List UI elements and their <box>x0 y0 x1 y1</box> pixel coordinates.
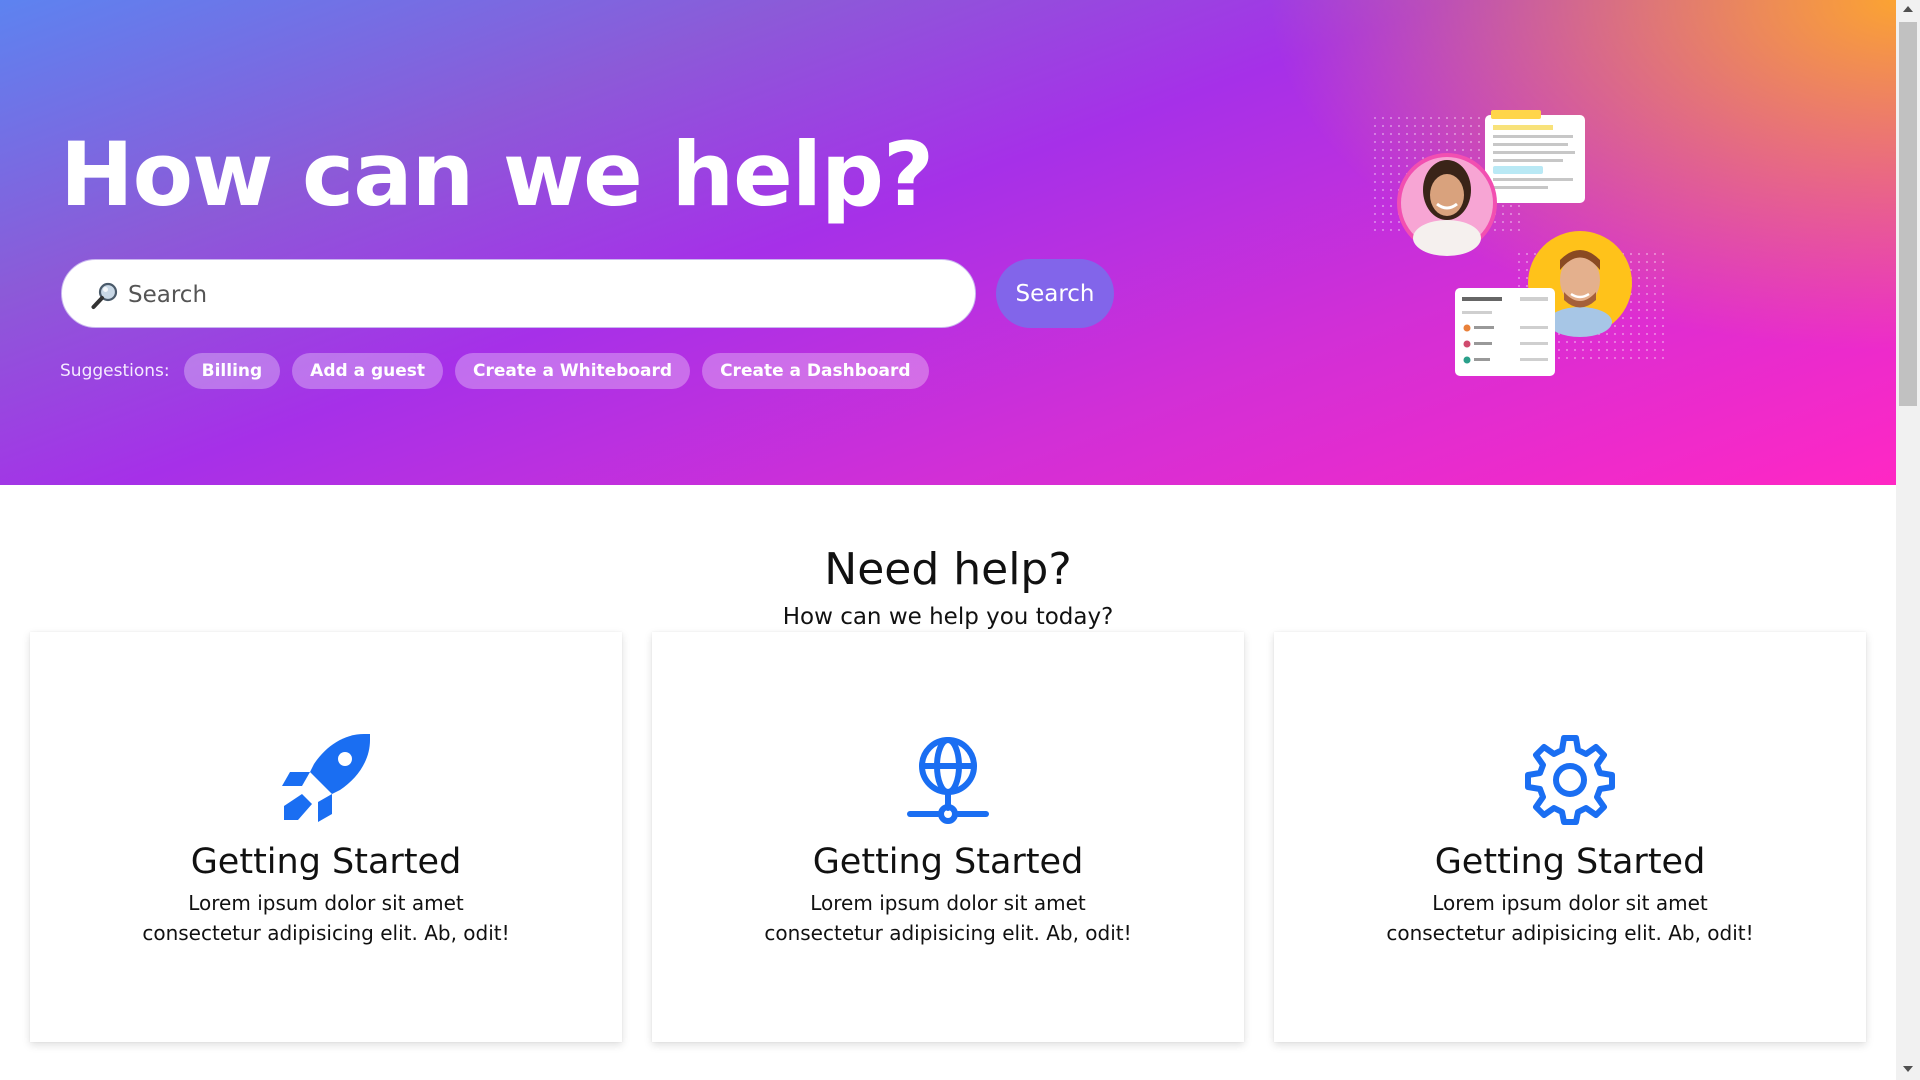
scroll-down-arrow-icon[interactable] <box>1896 1060 1920 1078</box>
search-icon <box>91 282 118 309</box>
card-description: Lorem ipsum dolor sit amet consectetur a… <box>764 891 1132 945</box>
woman-avatar-illustration <box>1397 153 1497 256</box>
suggestions-label: Suggestions: <box>60 361 170 381</box>
vertical-scrollbar[interactable] <box>1896 0 1920 1080</box>
help-card-getting-started-2[interactable]: Getting Started Lorem ipsum dolor sit am… <box>652 632 1244 1042</box>
search-input[interactable] <box>126 272 950 318</box>
scrollbar-thumb[interactable] <box>1899 22 1917 406</box>
time-estimate-card-illustration <box>1455 288 1555 376</box>
card-description: Lorem ipsum dolor sit amet consectetur a… <box>1386 891 1754 945</box>
scroll-up-arrow-icon[interactable] <box>1896 0 1920 18</box>
page: How can we help? Search Suggestions: Bil… <box>0 0 1896 1080</box>
help-section-subtitle: How can we help you today? <box>782 604 1114 630</box>
suggestion-chip-whiteboard[interactable]: Create a Whiteboard <box>455 353 691 389</box>
card-title: Getting Started <box>812 842 1084 882</box>
card-title: Getting Started <box>190 842 462 882</box>
document-card-illustration <box>1485 110 1585 203</box>
hero-illustration <box>1370 110 1665 376</box>
suggestions-row: Suggestions: Billing Add a guest Create … <box>60 353 929 389</box>
card-description: Lorem ipsum dolor sit amet consectetur a… <box>142 891 510 945</box>
gear-icon <box>1525 735 1615 825</box>
search-bar[interactable] <box>61 259 976 328</box>
search-button[interactable]: Search <box>996 259 1114 328</box>
globe-network-icon <box>907 737 989 824</box>
suggestion-chip-dashboard[interactable]: Create a Dashboard <box>702 353 929 389</box>
card-title: Getting Started <box>1434 842 1706 882</box>
rocket-icon <box>282 734 370 822</box>
hero-banner: How can we help? Search Suggestions: Bil… <box>0 0 1896 485</box>
hero-title: How can we help? <box>60 123 934 226</box>
help-section-title: Need help? <box>824 544 1072 595</box>
suggestion-chip-add-guest[interactable]: Add a guest <box>292 353 444 389</box>
help-card-getting-started-3[interactable]: Getting Started Lorem ipsum dolor sit am… <box>1274 632 1866 1042</box>
help-card-getting-started-1[interactable]: Getting Started Lorem ipsum dolor sit am… <box>30 632 622 1042</box>
suggestion-chip-billing[interactable]: Billing <box>183 353 281 389</box>
